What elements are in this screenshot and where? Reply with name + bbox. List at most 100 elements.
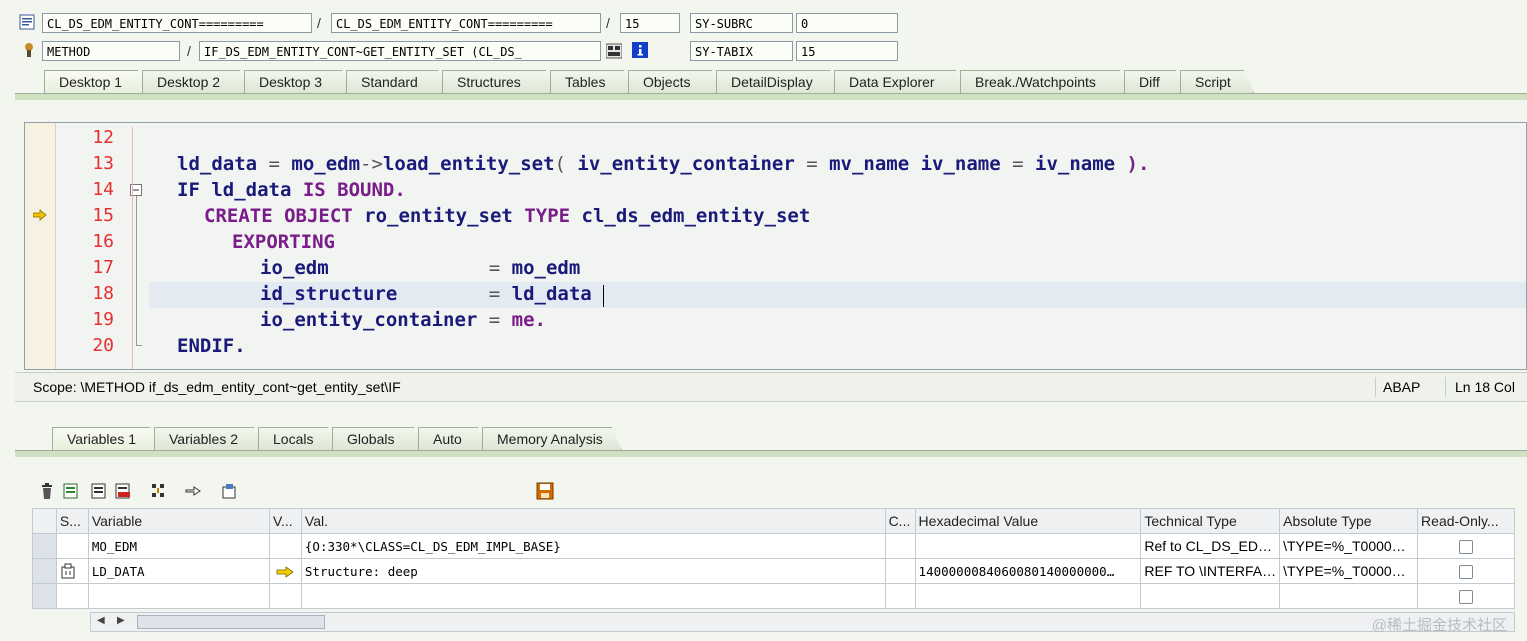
code-line-19[interactable]: io_entity_container = me. (260, 309, 546, 331)
source-editor[interactable]: 12 13 14 15 16 17 18 19 20 ld_data = mo_… (24, 122, 1527, 370)
column-header-status[interactable]: S... (55, 508, 89, 534)
variable-cell[interactable]: LD_DATA (87, 558, 270, 584)
tab-breakpoints[interactable]: Break./Watchpoints (960, 70, 1130, 93)
column-header-variable[interactable]: Variable (87, 508, 270, 534)
line-number: 16 (73, 231, 133, 257)
display-object-icon[interactable] (606, 43, 622, 59)
column-header-hex[interactable]: Hexadecimal Value (914, 508, 1142, 534)
code-line-14[interactable]: IF ld_data IS BOUND. (177, 179, 406, 201)
column-header-absolute-type[interactable]: Absolute Type (1279, 508, 1419, 534)
delete-icon[interactable] (38, 482, 56, 500)
v-cell[interactable] (268, 558, 302, 584)
scrollbar-thumb[interactable] (137, 615, 325, 629)
technical-type-cell: REF TO \INTERFA… (1140, 558, 1281, 584)
table-row[interactable]: MO_EDM {O:330*\CLASS=CL_DS_EDM_IMPL_BASE… (32, 533, 1515, 559)
save-icon[interactable] (536, 482, 554, 500)
sort-icon[interactable] (150, 482, 168, 500)
sysfield-value-1[interactable]: 0 (796, 13, 898, 33)
table-row[interactable] (32, 583, 1515, 609)
insert-row-icon[interactable] (62, 482, 80, 500)
sysfield-value-2[interactable]: 15 (796, 41, 898, 61)
row-selector[interactable] (32, 533, 57, 559)
hex-cell: 1400000084060080140000000… (914, 558, 1142, 584)
variable-cell[interactable] (87, 583, 270, 609)
status-divider (1375, 377, 1376, 397)
c-cell (884, 533, 916, 559)
code-line-16[interactable]: EXPORTING (232, 231, 335, 253)
variable-cell[interactable]: MO_EDM (87, 533, 270, 559)
fold-end (136, 345, 142, 346)
tab-script[interactable]: Script (1180, 70, 1254, 93)
value-cell[interactable]: {O:330*\CLASS=CL_DS_EDM_IMPL_BASE} (300, 533, 886, 559)
drill-down-arrow-icon[interactable] (276, 566, 295, 578)
filter-icon[interactable] (220, 482, 238, 500)
row-selector-header[interactable] (32, 508, 57, 534)
navigate-icon[interactable] (184, 482, 202, 500)
read-only-checkbox[interactable] (1459, 539, 1474, 554)
value-cell[interactable]: Structure: deep (300, 558, 886, 584)
table-row[interactable]: LD_DATA Structure: deep 1400000084060080… (32, 558, 1515, 584)
v-cell (268, 533, 302, 559)
column-header-v[interactable]: V... (268, 508, 302, 534)
line-number: 18 (73, 283, 133, 309)
list-view-icon[interactable] (90, 482, 108, 500)
value-cell[interactable] (300, 583, 886, 609)
code-line-13[interactable]: ld_data = mo_edm->load_entity_set( iv_en… (177, 153, 1149, 175)
absolute-type-cell: \TYPE=%_T0000… (1279, 558, 1419, 584)
tab-desktop-2[interactable]: Desktop 2 (142, 70, 250, 93)
event-type-field[interactable]: METHOD (42, 41, 180, 61)
row-selector[interactable] (32, 583, 57, 609)
tab-variables-2[interactable]: Variables 2 (154, 427, 264, 450)
sysfield-name-2[interactable]: SY-TABIX (690, 41, 793, 61)
column-header-read-only[interactable]: Read-Only... (1417, 508, 1515, 534)
separator: / (187, 43, 191, 59)
column-header-technical-type[interactable]: Technical Type (1140, 508, 1281, 534)
code-line-17[interactable]: io_edm = mo_edm (260, 257, 580, 279)
language-label: ABAP (1383, 379, 1421, 395)
line-number: 17 (73, 257, 133, 283)
column-header-value[interactable]: Val. (300, 508, 886, 534)
program-field[interactable]: CL_DS_EDM_ENTITY_CONT========= (42, 13, 312, 33)
tab-desktop-3[interactable]: Desktop 3 (244, 70, 352, 93)
line-field[interactable]: 15 (620, 13, 680, 33)
hex-cell (914, 583, 1142, 609)
code-line-18[interactable]: id_structure = ld_data (260, 283, 592, 305)
column-header-c[interactable]: C... (884, 508, 916, 534)
hex-cell (914, 533, 1142, 559)
sysfield-name-1[interactable]: SY-SUBRC (690, 13, 793, 33)
tab-auto[interactable]: Auto (418, 427, 488, 450)
read-only-checkbox[interactable] (1459, 589, 1474, 604)
tab-tables[interactable]: Tables (550, 70, 634, 93)
info-icon[interactable] (632, 42, 648, 58)
tab-desktop-1[interactable]: Desktop 1 (44, 70, 148, 93)
breakpoint-gutter[interactable] (25, 123, 56, 369)
tab-globals[interactable]: Globals (332, 427, 424, 450)
tab-detaildisplay[interactable]: DetailDisplay (716, 70, 840, 93)
scroll-left-icon[interactable]: ◀ (97, 615, 105, 626)
line-number: 15 (73, 205, 133, 231)
event-field[interactable]: IF_DS_EDM_ENTITY_CONT~GET_ENTITY_SET (CL… (199, 41, 601, 61)
tab-data-explorer[interactable]: Data Explorer (834, 70, 966, 93)
grid-header-row: S... Variable V... Val. C... Hexadecimal… (32, 508, 1515, 534)
tab-objects[interactable]: Objects (628, 70, 722, 93)
code-line-15[interactable]: CREATE OBJECT ro_entity_set TYPE cl_ds_e… (204, 205, 810, 227)
tab-variables-1[interactable]: Variables 1 (52, 427, 160, 450)
delete-row-icon[interactable] (114, 482, 132, 500)
status-cell (55, 533, 89, 559)
program-icon (19, 14, 35, 30)
read-only-cell (1417, 558, 1515, 584)
read-only-checkbox[interactable] (1459, 564, 1474, 579)
line-number: 13 (73, 153, 133, 179)
tab-structures[interactable]: Structures (442, 70, 556, 93)
scroll-right-icon[interactable]: ▶ (117, 615, 125, 626)
tab-memory-analysis[interactable]: Memory Analysis (482, 427, 622, 450)
row-selector[interactable] (32, 558, 57, 584)
horizontal-scrollbar[interactable]: ◀ ▶ (90, 612, 1515, 632)
tab-diff[interactable]: Diff (1124, 70, 1186, 93)
main-tab-bar: Desktop 1 Desktop 2 Desktop 3 Standard S… (44, 70, 1527, 93)
tab-strip-line (15, 93, 1527, 100)
code-line-20[interactable]: ENDIF. (177, 335, 246, 357)
include-field[interactable]: CL_DS_EDM_ENTITY_CONT========= (331, 13, 601, 33)
tab-standard[interactable]: Standard (346, 70, 448, 93)
tab-locals[interactable]: Locals (258, 427, 338, 450)
